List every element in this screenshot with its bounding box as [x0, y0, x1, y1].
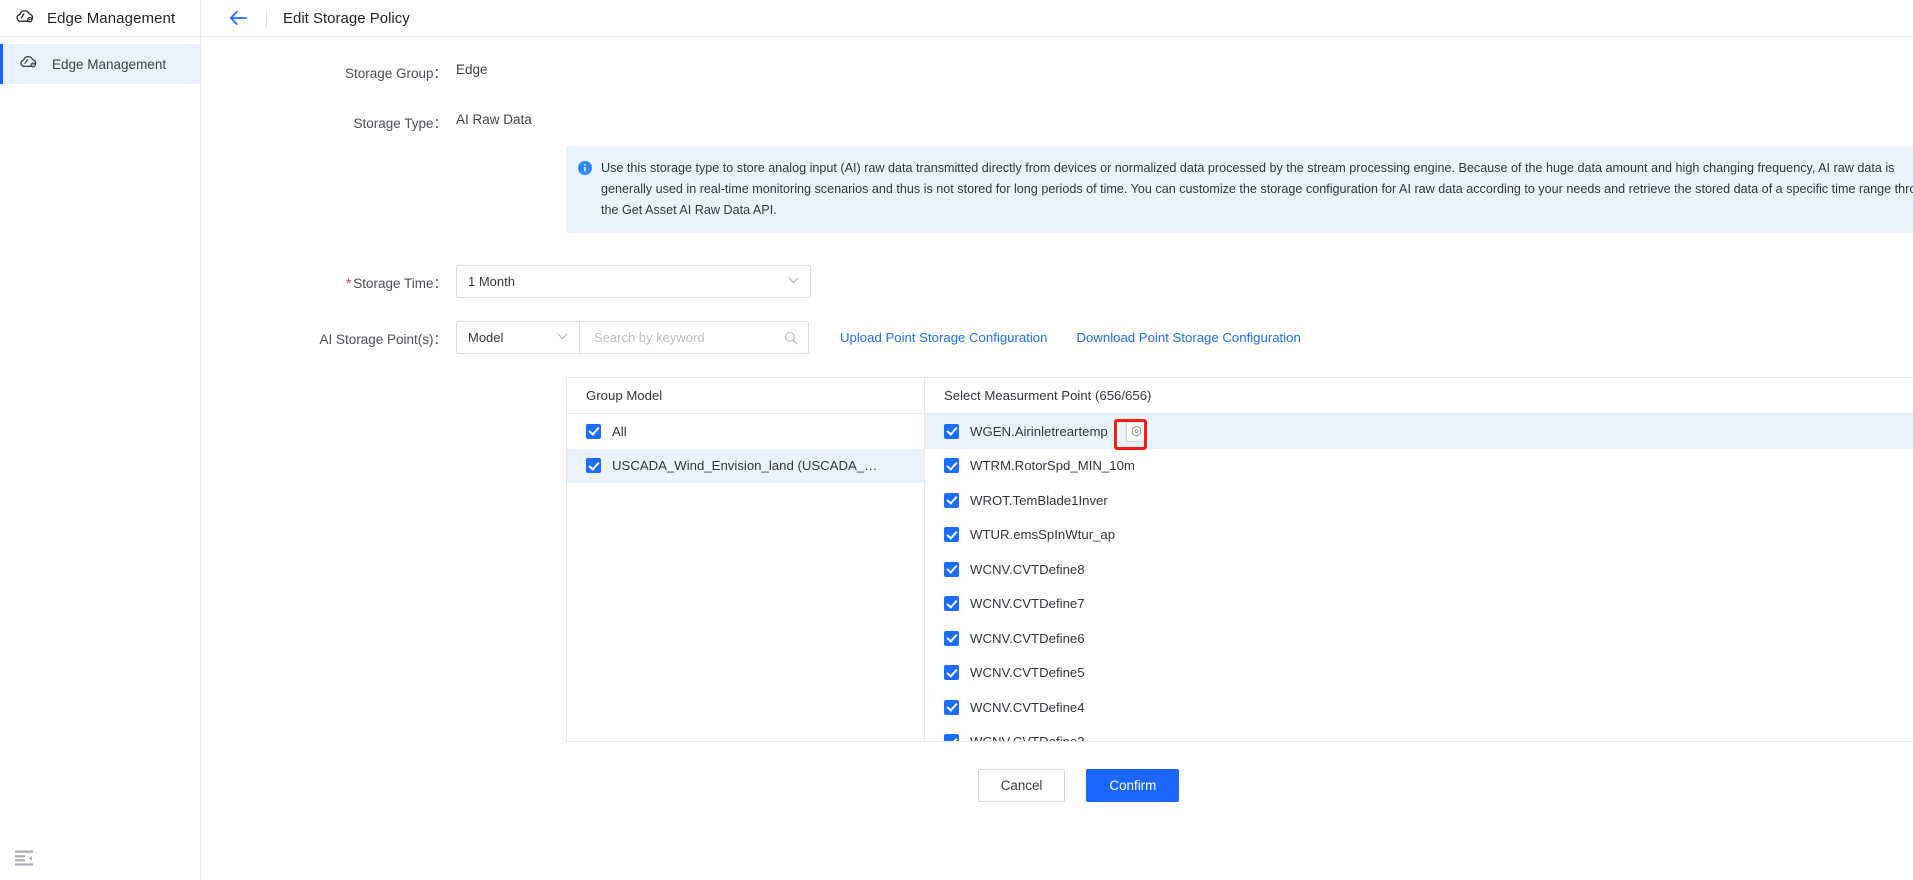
point-label: WCNV.CVTDefine5: [970, 665, 1085, 681]
sidebar-brand: Edge Management: [0, 0, 200, 37]
point-checkbox[interactable]: [944, 665, 959, 681]
field-storage-group: Storage Group： Edge: [201, 62, 1913, 82]
storage-time-label: * Storage Time：: [311, 272, 456, 292]
point-label: WROT.TemBlade1Inver: [970, 492, 1108, 508]
point-label: WCNV.CVTDefine6: [970, 630, 1085, 646]
search-icon[interactable]: [784, 331, 798, 345]
topbar-divider: [266, 9, 267, 27]
table-row[interactable]: WROT.TemBlade1Inver: [925, 483, 1913, 518]
point-label: WTUR.emsSpInWtur_ap: [970, 527, 1116, 543]
point-checkbox[interactable]: [944, 527, 959, 543]
storage-time-select[interactable]: 1 Month: [456, 265, 811, 298]
group-label: All: [612, 423, 627, 439]
group-checkbox[interactable]: [586, 423, 601, 439]
table-row[interactable]: WCNV.CVTDefine4: [925, 690, 1913, 725]
info-banner: Use this storage type to store analog in…: [566, 146, 1913, 233]
point-config-links: Upload Point Storage Configuration Downl…: [840, 330, 1301, 345]
table-row[interactable]: WCNV.CVTDefine3: [925, 725, 1913, 741]
form-content: Storage Group： Edge Storage Type： AI Raw…: [201, 62, 1913, 802]
storage-type-value: AI Raw Data: [456, 112, 532, 127]
sidebar-item-label: Edge Management: [52, 56, 167, 72]
point-checkbox[interactable]: [944, 561, 959, 577]
point-label: WCNV.CVTDefine3: [970, 734, 1085, 741]
sidebar-brand-label: Edge Management: [47, 9, 176, 27]
table-row[interactable]: WGEN.Airinletreartemp: [925, 414, 1913, 449]
group-model-header: Group Model: [567, 378, 924, 414]
storage-time-value: 1 Month: [468, 274, 515, 289]
storage-time-label-text: Storage Time：: [353, 275, 447, 291]
info-circle-icon: [578, 161, 592, 175]
cancel-button[interactable]: Cancel: [977, 769, 1066, 802]
field-storage-time: * Storage Time： 1 Month: [201, 265, 1913, 298]
point-selection-table: Group Model All USCADA_Wind_Envision_lan…: [566, 377, 1913, 742]
cloud-edge-icon: [20, 52, 39, 76]
storage-type-label: Storage Type：: [353, 116, 447, 131]
table-row[interactable]: WCNV.CVTDefine6: [925, 621, 1913, 656]
field-ai-storage-points: AI Storage Point(s)： Model Search by key…: [201, 321, 1913, 354]
required-marker: *: [345, 275, 352, 291]
group-label: USCADA_Wind_Envision_land (USCADA_…: [612, 458, 878, 474]
storage-group-label: Storage Group：: [344, 66, 447, 81]
point-label: WCNV.CVTDefine7: [970, 596, 1085, 612]
app-root: Edge Management Edge Management Edit Sto…: [0, 0, 1913, 880]
point-checkbox[interactable]: [944, 630, 959, 646]
ai-storage-points-label: AI Storage Point(s)：: [319, 331, 447, 347]
point-checkbox[interactable]: [944, 699, 959, 715]
table-row[interactable]: WCNV.CVTDefine7: [925, 587, 1913, 622]
collapse-sidebar-icon[interactable]: [15, 850, 33, 866]
point-checkbox[interactable]: [944, 423, 959, 439]
table-row[interactable]: All: [567, 414, 924, 449]
group-model-column: Group Model All USCADA_Wind_Envision_lan…: [567, 378, 925, 741]
table-row[interactable]: WTRM.RotorSpd_MIN_10m: [925, 449, 1913, 484]
page-title: Edit Storage Policy: [283, 9, 410, 27]
gear-icon[interactable]: [1125, 420, 1147, 442]
sidebar-item-edge-management[interactable]: Edge Management: [0, 44, 200, 84]
storage-group-value: Edge: [456, 62, 488, 77]
field-storage-type: Storage Type： AI Raw Data: [201, 112, 1913, 132]
measurement-point-rows: WGEN.Airinletreartemp WTRM.RotorSpd_MIN_…: [925, 414, 1913, 741]
sidebar-nav: Edge Management: [0, 37, 200, 84]
point-mode-select[interactable]: Model: [456, 321, 579, 354]
upload-point-storage-configuration-link[interactable]: Upload Point Storage Configuration: [840, 330, 1047, 345]
group-model-rows: All USCADA_Wind_Envision_land (USCADA_…: [567, 414, 924, 483]
chevron-down-icon: [788, 276, 799, 287]
point-checkbox[interactable]: [944, 458, 959, 474]
topbar: Edit Storage Policy: [201, 0, 1913, 37]
group-checkbox[interactable]: [586, 458, 601, 474]
cloud-edge-icon: [16, 6, 36, 31]
points-search-combo: Model: [456, 321, 809, 354]
point-label: WGEN.Airinletreartemp: [970, 423, 1108, 439]
point-mode-value: Model: [468, 330, 504, 345]
arrow-left-icon[interactable]: [227, 7, 249, 29]
search-input-wrap: [579, 321, 809, 354]
search-input[interactable]: [592, 329, 772, 346]
measurement-point-column: Select Measurment Point (656/656) WGEN.A…: [925, 378, 1913, 741]
main-area: Edit Storage Policy Storage Group： Edge …: [201, 0, 1913, 880]
table-row[interactable]: USCADA_Wind_Envision_land (USCADA_…: [567, 448, 924, 483]
point-label: WTRM.RotorSpd_MIN_10m: [970, 458, 1135, 474]
point-label: WCNV.CVTDefine4: [970, 699, 1085, 715]
chevron-down-icon: [557, 332, 568, 343]
measurement-point-header: Select Measurment Point (656/656): [925, 378, 1913, 414]
point-checkbox[interactable]: [944, 492, 959, 508]
table-row[interactable]: WCNV.CVTDefine5: [925, 656, 1913, 691]
info-banner-text: Use this storage type to store analog in…: [601, 161, 1913, 217]
footer-actions: Cancel Confirm: [201, 769, 1913, 802]
point-checkbox[interactable]: [944, 596, 959, 612]
point-label: WCNV.CVTDefine8: [970, 561, 1085, 577]
table-row[interactable]: WTUR.emsSpInWtur_ap: [925, 518, 1913, 553]
download-point-storage-configuration-link[interactable]: Download Point Storage Configuration: [1076, 330, 1300, 345]
point-checkbox[interactable]: [944, 734, 959, 741]
sidebar: Edge Management Edge Management: [0, 0, 201, 880]
confirm-button[interactable]: Confirm: [1086, 769, 1180, 802]
table-row[interactable]: WCNV.CVTDefine8: [925, 552, 1913, 587]
